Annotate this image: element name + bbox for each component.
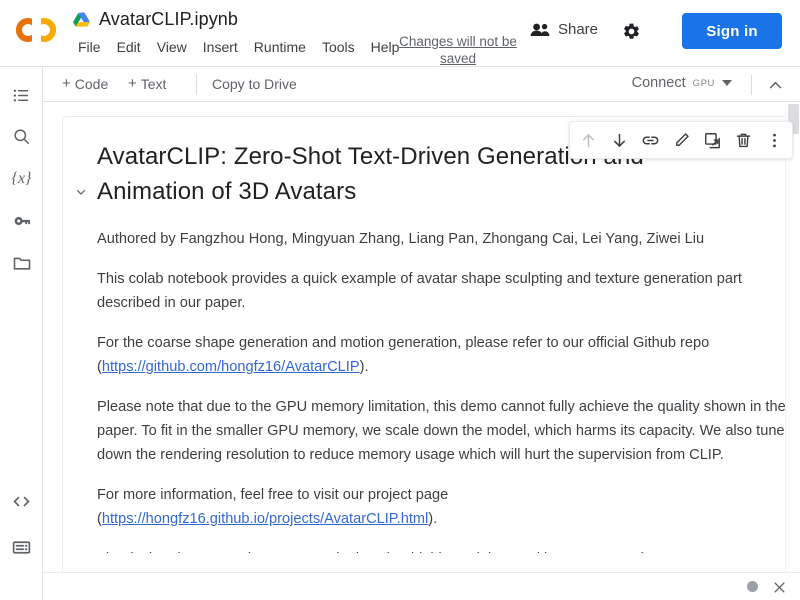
menu-view[interactable]: View bbox=[149, 36, 195, 58]
sidebar-item-files[interactable] bbox=[7, 248, 36, 277]
people-icon bbox=[530, 23, 550, 37]
colab-logo-icon[interactable] bbox=[14, 16, 60, 44]
cell-action-toolbar bbox=[569, 121, 793, 159]
settings-button[interactable] bbox=[618, 18, 644, 44]
sidebar-item-secrets[interactable] bbox=[7, 206, 36, 235]
colab-window: AvatarCLIP.ipynb File Edit View Insert R… bbox=[0, 0, 800, 600]
bottom-status-bar bbox=[43, 572, 800, 600]
add-text-cell-button[interactable]: + Text bbox=[122, 74, 172, 94]
project-page-link[interactable]: https://hongfz16.github.io/projects/Avat… bbox=[102, 511, 428, 527]
notebook-toolbar: + Code + Text Copy to Drive Connect GPU bbox=[43, 67, 800, 102]
caret-down-icon bbox=[722, 80, 732, 86]
github-repo-link[interactable]: https://github.com/hongfz16/AvatarCLIP bbox=[102, 359, 360, 375]
add-code-cell-button[interactable]: + Code bbox=[56, 74, 114, 94]
connect-runtime-button[interactable]: Connect GPU bbox=[626, 72, 738, 94]
share-label: Share bbox=[557, 21, 598, 38]
plus-icon: + bbox=[62, 75, 71, 92]
connect-label: Connect bbox=[631, 75, 686, 91]
runtime-type-badge: GPU bbox=[692, 77, 715, 89]
authors-paragraph: Authored by Fangzhou Hong, Mingyuan Zhan… bbox=[97, 231, 705, 247]
collapse-toolbar-button[interactable] bbox=[762, 73, 788, 97]
cell-collapse-toggle[interactable] bbox=[72, 183, 90, 201]
sign-in-button[interactable]: Sign in bbox=[682, 13, 782, 49]
chevron-up-icon bbox=[767, 77, 784, 94]
markdown-cell[interactable]: AvatarCLIP: Zero-Shot Text-Driven Genera… bbox=[62, 116, 800, 586]
save-status-label[interactable]: Changes will not be saved bbox=[393, 33, 523, 67]
menubar: File Edit View Insert Runtime Tools Help bbox=[70, 36, 407, 58]
menu-insert[interactable]: Insert bbox=[195, 36, 246, 58]
sidebar-item-command-palette[interactable] bbox=[7, 533, 36, 562]
move-cell-up-button[interactable] bbox=[573, 125, 603, 155]
terminal-icon bbox=[11, 537, 32, 558]
repo-paragraph: For the coarse shape generation and moti… bbox=[97, 331, 787, 379]
open-in-tab-button[interactable] bbox=[697, 125, 727, 155]
toolbar-divider-right bbox=[751, 75, 752, 95]
variables-icon: {x} bbox=[11, 169, 32, 187]
project-paragraph-post: ). bbox=[428, 511, 438, 527]
code-brackets-icon bbox=[11, 491, 32, 512]
add-code-label: Code bbox=[74, 76, 109, 92]
notebook-scroll-area[interactable]: AvatarCLIP: Zero-Shot Text-Driven Genera… bbox=[43, 102, 800, 600]
titlebar: AvatarCLIP.ipynb File Edit View Insert R… bbox=[0, 0, 800, 67]
status-dot bbox=[747, 581, 758, 592]
key-icon bbox=[12, 211, 32, 231]
sidebar-item-variables[interactable]: {x} bbox=[7, 164, 36, 193]
left-sidebar: {x} bbox=[0, 67, 43, 600]
citation-paragraph-clipped: Thanks in advance to give a proper citat… bbox=[97, 547, 787, 553]
search-icon bbox=[12, 127, 31, 146]
gear-icon bbox=[622, 22, 641, 41]
list-icon bbox=[12, 86, 31, 105]
folder-icon bbox=[12, 253, 32, 273]
document-title-row[interactable]: AvatarCLIP.ipynb bbox=[72, 8, 238, 30]
menu-runtime[interactable]: Runtime bbox=[246, 36, 314, 58]
document-title: AvatarCLIP.ipynb bbox=[99, 9, 239, 29]
sidebar-item-table-of-contents[interactable] bbox=[7, 81, 36, 110]
google-drive-icon bbox=[72, 11, 91, 28]
menu-file[interactable]: File bbox=[70, 36, 109, 58]
edit-cell-button[interactable] bbox=[666, 125, 696, 155]
sidebar-item-code-snippets[interactable] bbox=[7, 487, 36, 516]
repo-paragraph-post: ). bbox=[359, 359, 369, 375]
more-options-button[interactable] bbox=[759, 125, 789, 155]
project-paragraph: For more information, feel free to visit… bbox=[97, 483, 787, 531]
intro-paragraph: This colab notebook provides a quick exa… bbox=[97, 271, 742, 311]
menu-tools[interactable]: Tools bbox=[314, 36, 363, 58]
toolbar-divider bbox=[196, 75, 197, 95]
copy-to-drive-button[interactable]: Copy to Drive bbox=[206, 74, 303, 94]
close-icon[interactable] bbox=[768, 576, 790, 598]
notebook-vertical-scrollbar[interactable] bbox=[785, 102, 800, 600]
link-to-cell-button[interactable] bbox=[635, 125, 665, 155]
plus-icon: + bbox=[128, 75, 137, 92]
markdown-rendered-content: AvatarCLIP: Zero-Shot Text-Driven Genera… bbox=[97, 139, 787, 553]
menu-edit[interactable]: Edit bbox=[109, 36, 149, 58]
move-cell-down-button[interactable] bbox=[604, 125, 634, 155]
delete-cell-button[interactable] bbox=[728, 125, 758, 155]
share-button[interactable]: Share bbox=[522, 17, 606, 42]
add-text-label: Text bbox=[140, 76, 167, 92]
gpu-note-paragraph: Please note that due to the GPU memory l… bbox=[97, 399, 786, 463]
sidebar-item-find-and-replace[interactable] bbox=[7, 122, 36, 151]
